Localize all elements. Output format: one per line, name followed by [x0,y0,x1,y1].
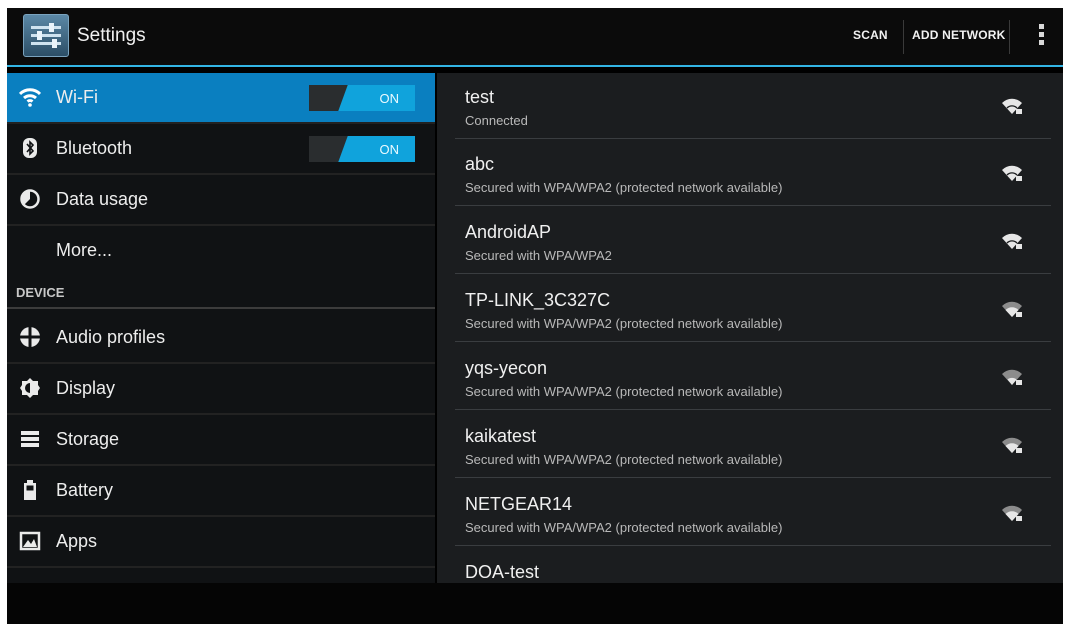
network-status: Secured with WPA/WPA2 (protected network… [465,520,783,535]
network-ssid: kaikatest [465,426,537,446]
apps-icon [19,530,41,552]
sidebar-item-display[interactable]: Display [7,364,435,413]
sidebar-item-label: Audio profiles [56,327,166,347]
sidebar-item-label: Bluetooth [56,138,133,158]
sidebar-item-storage[interactable]: Storage [7,415,435,464]
network-status: Secured with WPA/WPA2 (protected network… [465,384,783,399]
add-network-button[interactable]: ADD NETWORK [912,28,1006,42]
network-item[interactable]: AndroidAP Secured with WPA/WPA2 [455,208,1051,274]
settings-sidebar: Wi-Fi ON Bluetooth ON Data usage More...… [7,73,435,583]
wifi-signal-icon [1001,300,1023,318]
action-bar-underline [7,65,1063,67]
network-ssid: TP-LINK_3C327C [465,290,611,310]
toggle-state: ON [379,91,400,106]
sidebar-item-bluetooth[interactable]: Bluetooth ON [7,124,435,173]
network-status: Secured with WPA/WPA2 (protected network… [465,452,783,467]
bluetooth-icon [19,137,41,159]
network-ssid: DOA-test [465,562,540,582]
action-divider [903,20,904,54]
sidebar-item-apps[interactable]: Apps [7,517,435,566]
sidebar-item-label: Wi-Fi [56,87,98,107]
network-item[interactable]: kaikatest Secured with WPA/WPA2 (protect… [455,412,1051,478]
sidebar-item-audio-profiles[interactable]: Audio profiles [7,313,435,362]
data-usage-icon [19,188,41,210]
tablet-screen: Settings SCAN ADD NETWORK Wi-Fi ON Bluet… [7,8,1063,624]
sidebar-item-wifi[interactable]: Wi-Fi ON [7,73,435,122]
section-header-device: DEVICE [7,275,435,309]
network-item[interactable]: NETGEAR14 Secured with WPA/WPA2 (protect… [455,480,1051,546]
network-status: Secured with WPA/WPA2 [465,248,612,263]
network-status: Secured with WPA/WPA2 (protected network… [465,316,783,331]
sidebar-item-label: Apps [56,531,98,551]
system-navigation-bar [7,583,1063,624]
wifi-signal-icon [1001,97,1023,115]
wifi-signal-icon [1001,504,1023,522]
network-item[interactable]: TP-LINK_3C327C Secured with WPA/WPA2 (pr… [455,276,1051,342]
sidebar-item-label: Storage [56,429,120,449]
network-status: Connected [465,113,528,128]
sidebar-item-label: Battery [56,480,114,500]
wifi-signal-icon [1001,232,1023,250]
settings-app-icon[interactable] [23,14,69,57]
sidebar-item-more[interactable]: More... [7,226,435,275]
network-item[interactable]: test Connected [455,73,1051,139]
network-item[interactable]: yqs-yecon Secured with WPA/WPA2 (protect… [455,344,1051,410]
network-ssid: AndroidAP [465,222,552,242]
sidebar-item-battery[interactable]: Battery [7,466,435,515]
network-item[interactable]: DOA-test [455,548,1051,583]
network-item[interactable]: abc Secured with WPA/WPA2 (protected net… [455,140,1051,206]
network-status: Secured with WPA/WPA2 (protected network… [465,180,783,195]
scan-button[interactable]: SCAN [853,28,888,42]
network-ssid: test [465,87,495,107]
wifi-signal-icon [1001,436,1023,454]
battery-icon [19,479,41,501]
wifi-network-list: test Connected abc Secured with WPA/WPA2… [437,73,1063,583]
wifi-toggle[interactable]: ON [309,85,415,111]
network-ssid: NETGEAR14 [465,494,573,514]
wifi-icon [18,86,42,108]
action-bar: Settings SCAN ADD NETWORK [7,8,1063,65]
sidebar-item-label: Data usage [56,189,149,209]
bluetooth-toggle[interactable]: ON [309,136,415,162]
storage-icon [19,428,41,450]
sidebar-item-data-usage[interactable]: Data usage [7,175,435,224]
sidebar-item-label: Display [56,378,116,398]
wifi-signal-icon [1001,164,1023,182]
sidebar-item-label: More... [56,240,113,260]
toggle-state: ON [379,142,400,157]
overflow-menu-icon[interactable] [1034,24,1048,50]
display-icon [19,377,41,399]
page-title: Settings [77,25,146,46]
network-ssid: abc [465,154,495,174]
action-divider [1009,20,1010,54]
audio-profiles-icon [19,326,41,348]
network-ssid: yqs-yecon [465,358,548,378]
wifi-signal-icon [1001,368,1023,386]
